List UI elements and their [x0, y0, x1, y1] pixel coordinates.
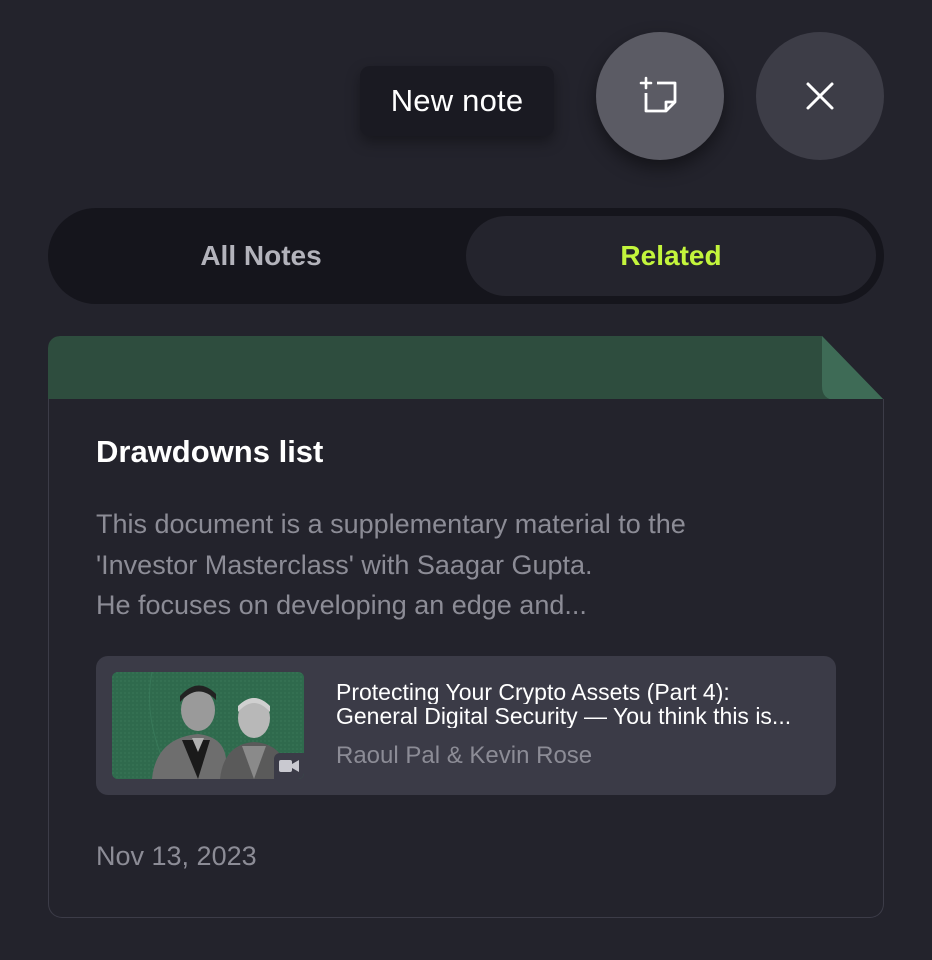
- linked-video-authors: Raoul Pal & Kevin Rose: [336, 742, 593, 769]
- linked-video-title: Protecting Your Crypto Assets (Part 4): …: [336, 680, 822, 728]
- linked-video-card[interactable]: Protecting Your Crypto Assets (Part 4): …: [96, 656, 836, 795]
- note-date: Nov 13, 2023: [96, 841, 257, 871]
- close-icon: [806, 82, 834, 110]
- tab-related-label: Related: [620, 240, 722, 271]
- note-card[interactable]: Drawdowns list This document is a supple…: [48, 336, 884, 919]
- note-title: Drawdowns list: [96, 434, 324, 469]
- tab-all-notes-label: All Notes: [200, 240, 322, 271]
- linked-video-title-line1: Protecting Your Crypto Assets (Part 4):: [336, 680, 730, 704]
- video-thumbnail: [112, 672, 304, 779]
- notes-panel: New note All Notes Related Drawdowns lis…: [0, 0, 932, 960]
- new-note-icon: [639, 76, 677, 113]
- new-note-button[interactable]: [596, 32, 724, 160]
- video-badge: [274, 753, 304, 779]
- notes-tab-bar: All Notes Related: [48, 208, 884, 304]
- tooltip-text: New note: [390, 83, 524, 118]
- video-camera-icon: [279, 760, 299, 772]
- linked-video-title-line2: General Digital Security — You think thi…: [336, 704, 792, 728]
- new-note-tooltip: New note: [360, 66, 554, 136]
- close-button[interactable]: [756, 32, 884, 160]
- note-card-header: [48, 336, 884, 400]
- tab-all-notes[interactable]: All Notes: [56, 216, 466, 296]
- note-excerpt: This document is a supplementary materia…: [96, 509, 686, 620]
- tab-related[interactable]: Related: [466, 216, 876, 296]
